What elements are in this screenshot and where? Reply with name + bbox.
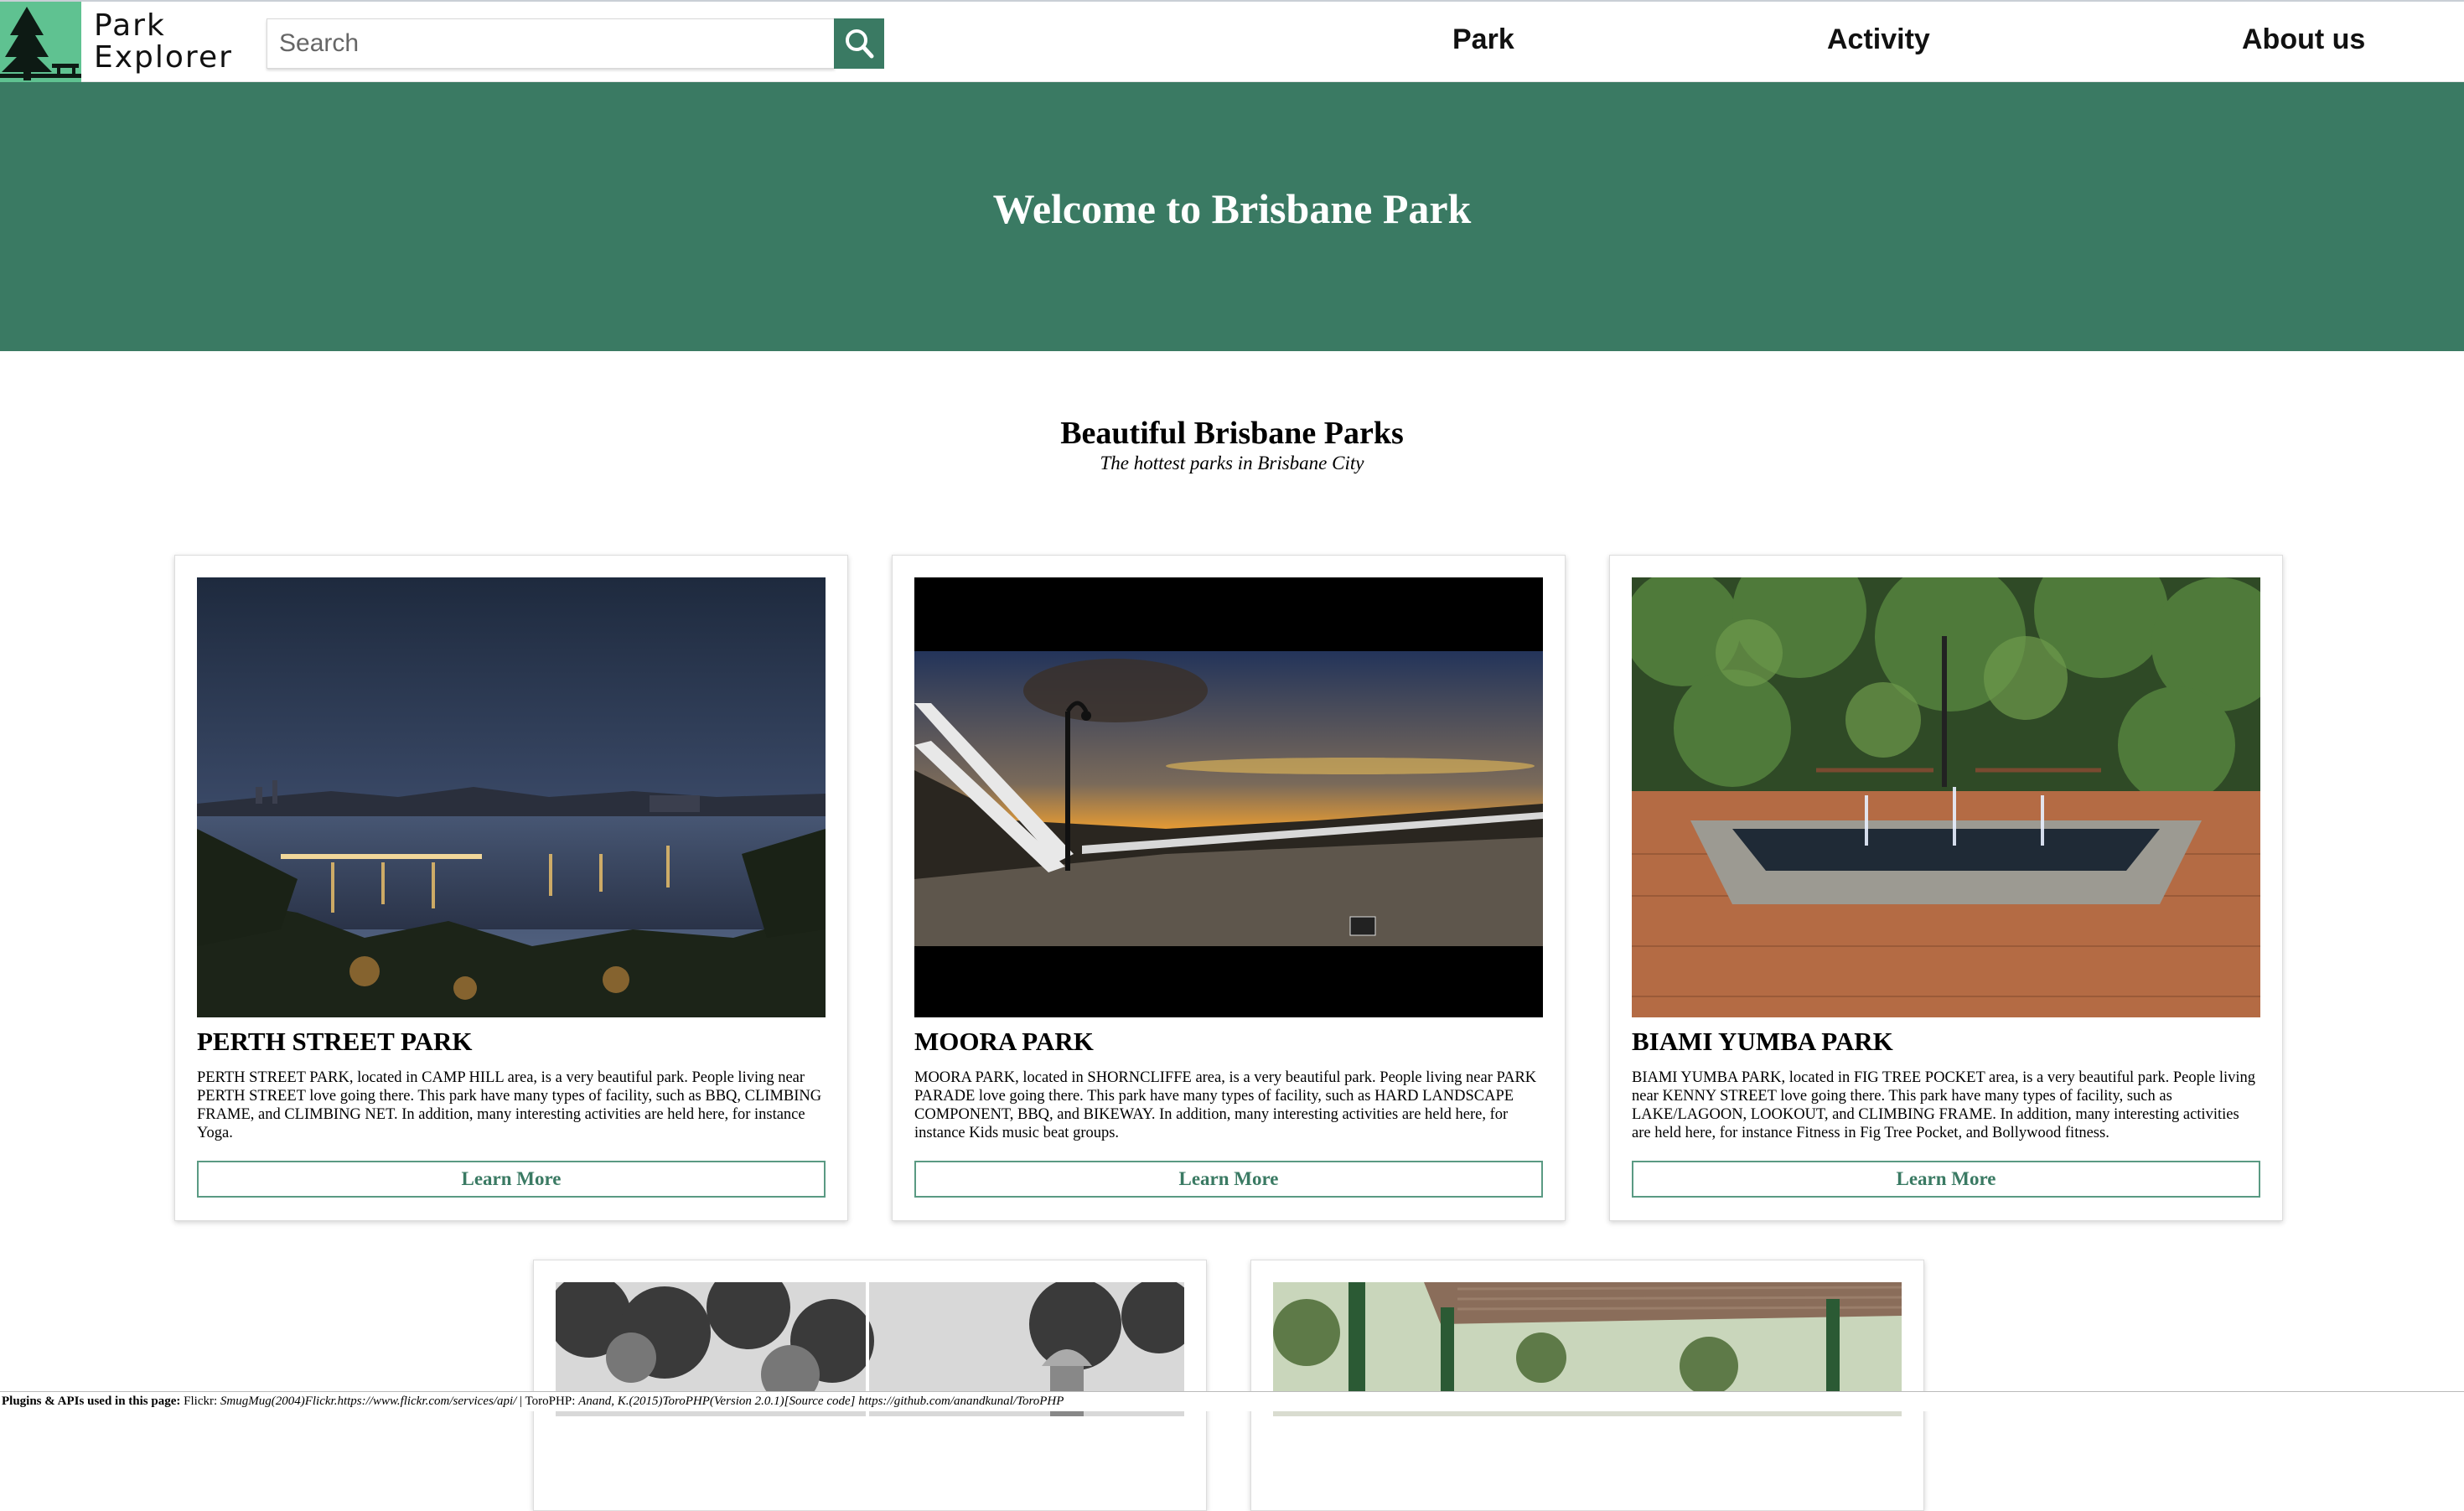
logo[interactable] [0, 2, 81, 82]
park-card-description: MOORA PARK, located in SHORNCLIFFE area,… [914, 1069, 1537, 1141]
search-icon [846, 29, 874, 59]
brand-line-1: Park [94, 8, 166, 43]
park-card-description: PERTH STREET PARK, located in CAMP HILL … [197, 1069, 822, 1141]
footer-toro-ref: Anand, K.(2015)ToroPHP(Version 2.0.1)[So… [578, 1395, 1064, 1408]
park-card-title: BIAMI YUMBA PARK [1632, 1027, 1893, 1056]
park-card-description: BIAMI YUMBA PARK, located in FIG TREE PO… [1632, 1069, 2256, 1141]
park-photo [914, 577, 1543, 1017]
top-navbar: Park Explorer Park Activity About us [0, 0, 2464, 82]
park-card: MOORA PARK MOORA PARK, located in SHORNC… [892, 555, 1566, 1221]
nav-park[interactable]: Park [1452, 23, 1514, 56]
footer-label: Plugins & APIs used in this page: [2, 1395, 181, 1408]
section-subtitle: The hottest parks in Brisbane City [1100, 453, 1364, 473]
footer-credits: Plugins & APIs used in this page: Flickr… [0, 1391, 2464, 1411]
brand-line-2: Explorer [94, 40, 233, 75]
brand-name[interactable]: Park Explorer [94, 10, 233, 74]
learn-more-button[interactable]: Learn More [914, 1161, 1543, 1198]
footer-flickr-name: Flickr: [184, 1395, 218, 1408]
park-photo [197, 577, 826, 1017]
section-title: Beautiful Brisbane Parks [1060, 416, 1404, 451]
park-photo [1632, 577, 2260, 1017]
search-button[interactable] [834, 18, 884, 69]
footer-separator: | ToroPHP: [516, 1395, 576, 1408]
search-bar [267, 18, 884, 69]
park-card [533, 1260, 1207, 1511]
search-input[interactable] [267, 18, 835, 69]
park-card [1250, 1260, 1924, 1511]
footer-flickr-ref: SmugMug(2004)Flickr.https://www.flickr.c… [220, 1395, 517, 1408]
park-card: PERTH STREET PARK PERTH STREET PARK, loc… [174, 555, 848, 1221]
nav-activity[interactable]: Activity [1827, 23, 1930, 56]
learn-more-button[interactable]: Learn More [1632, 1161, 2260, 1198]
nav-about-us[interactable]: About us [2242, 23, 2365, 56]
park-card-title: PERTH STREET PARK [197, 1027, 473, 1056]
park-card: BIAMI YUMBA PARK BIAMI YUMBA PARK, locat… [1609, 555, 2283, 1221]
hero-banner: Welcome to Brisbane Park [0, 82, 2464, 351]
tree-logo-icon [0, 7, 81, 80]
park-card-title: MOORA PARK [914, 1027, 1094, 1056]
hero-title: Welcome to Brisbane Park [992, 185, 1472, 232]
learn-more-button[interactable]: Learn More [197, 1161, 826, 1198]
